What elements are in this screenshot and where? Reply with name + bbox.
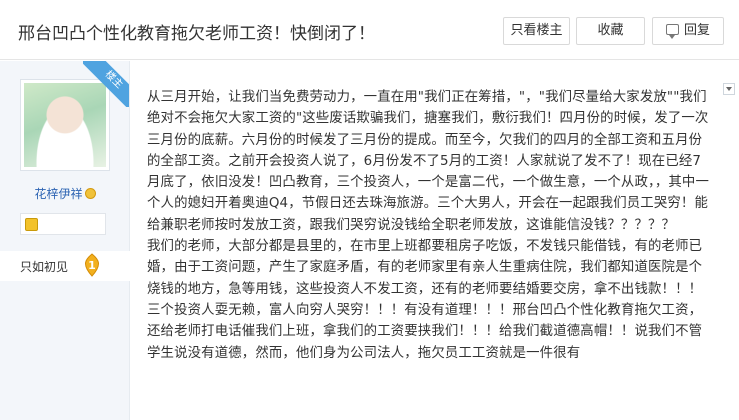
post-menu-arrow-icon[interactable] xyxy=(723,83,735,95)
level-number: 1 xyxy=(88,259,96,272)
level-name[interactable]: 只如初见 xyxy=(20,258,68,275)
author-sidebar: 楼主 花梓伊祥 只如初见 1 xyxy=(0,61,130,420)
thread-title: 邢台凹凸个性化教育拖欠老师工资！快倒闭了！ xyxy=(18,24,375,44)
author-level: 只如初见 1 xyxy=(0,251,130,281)
author-name[interactable]: 花梓伊祥 xyxy=(34,187,82,201)
reply-icon xyxy=(665,24,679,39)
op-badge: 楼主 xyxy=(83,61,129,107)
medal-box xyxy=(20,213,106,235)
reply-button[interactable]: 回复 xyxy=(652,17,724,45)
post-content: 从三月开始，让我们当免费劳动力，一直在用"我们正在筹措，"，"我们尽量给大家发放… xyxy=(131,61,739,420)
author-name-row: 花梓伊祥 xyxy=(0,185,130,202)
only-op-button[interactable]: 只看楼主 xyxy=(503,17,570,45)
medal-icon[interactable] xyxy=(25,218,38,231)
vip-icon xyxy=(84,188,96,199)
level-badge[interactable]: 1 xyxy=(80,253,104,277)
reply-button-label: 回复 xyxy=(683,23,710,38)
op-badge-label: 楼主 xyxy=(102,68,125,91)
post-body: 从三月开始，让我们当免费劳动力，一直在用"我们正在筹措，"，"我们尽量给大家发放… xyxy=(147,90,710,361)
favorite-button[interactable]: 收藏 xyxy=(576,17,645,45)
thread-header: 邢台凹凸个性化教育拖欠老师工资！快倒闭了！ 只看楼主 收藏 回复 xyxy=(0,0,739,60)
